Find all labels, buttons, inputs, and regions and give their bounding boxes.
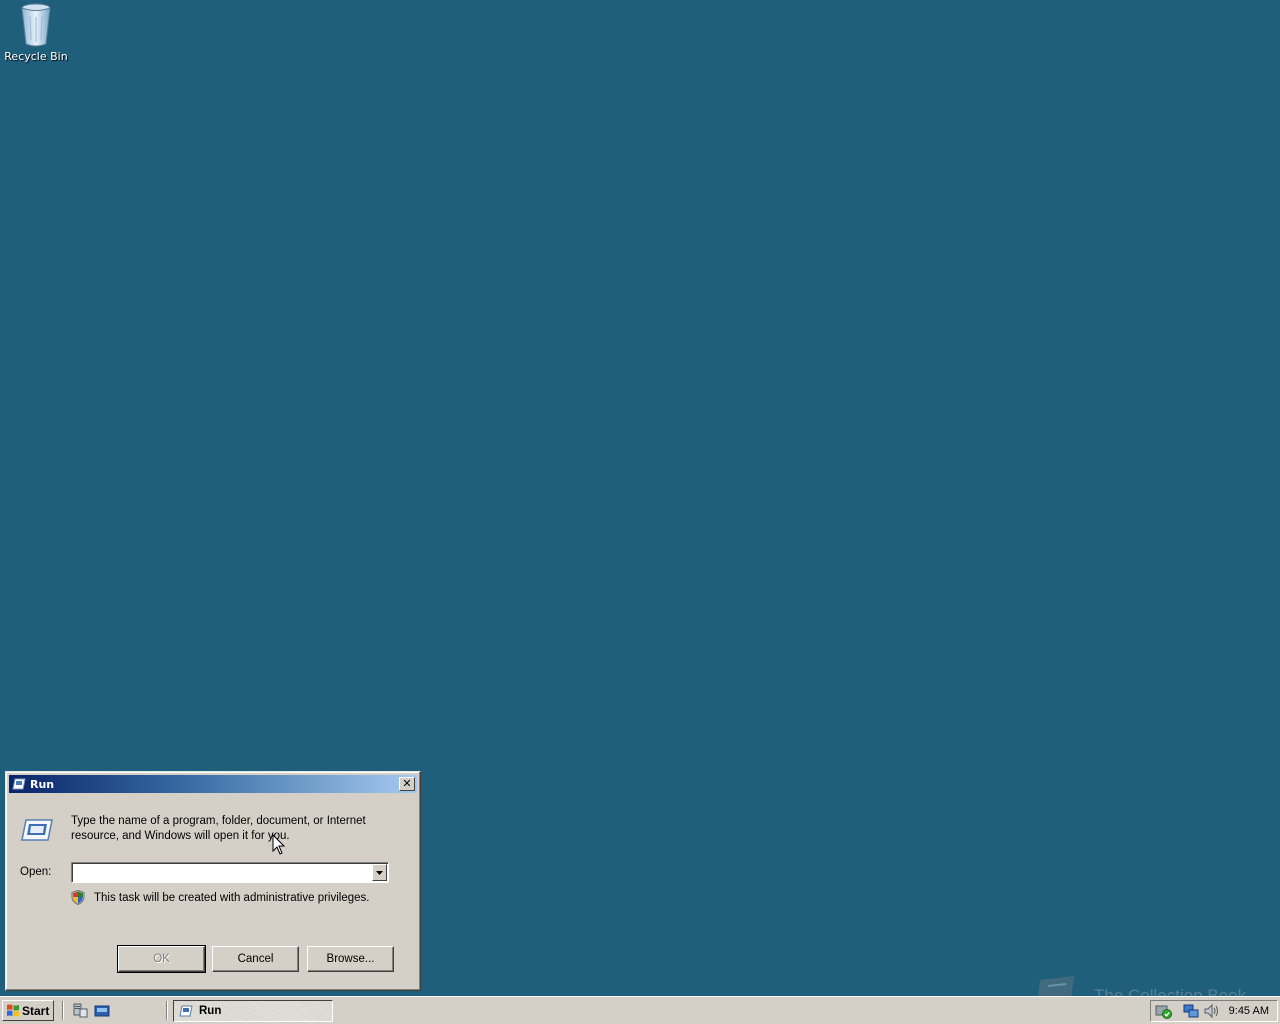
show-desktop-icon [94, 1005, 110, 1017]
desktop-icon-recycle-bin[interactable]: Recycle Bin [4, 2, 68, 63]
close-button[interactable]: ✕ [399, 777, 415, 791]
quicklaunch-show-desktop[interactable] [94, 1003, 110, 1019]
dropdown-button[interactable] [372, 864, 387, 881]
run-dialog: Run ✕ Type the name of a program, folder… [5, 771, 421, 991]
security-icon[interactable] [1155, 1003, 1173, 1019]
taskbar: Start Run 9:45 AM [0, 996, 1280, 1024]
run-program-icon [20, 817, 54, 846]
windows-logo-icon [6, 1004, 20, 1017]
cancel-button[interactable]: Cancel [212, 946, 299, 972]
run-icon [179, 1005, 193, 1017]
ok-button[interactable]: OK [117, 945, 206, 973]
shield-icon [71, 890, 85, 905]
system-tray: 9:45 AM [1150, 1000, 1278, 1022]
server-manager-icon [73, 1003, 88, 1018]
start-label: Start [22, 1003, 50, 1018]
open-input[interactable] [75, 865, 365, 880]
title-bar[interactable]: Run ✕ [9, 775, 417, 793]
taskbar-separator [62, 1001, 64, 1020]
network-icon[interactable] [1183, 1003, 1199, 1019]
browse-button[interactable]: Browse... [307, 946, 394, 972]
task-label: Run [199, 1005, 222, 1017]
recycle-bin-icon [21, 3, 51, 47]
admin-notice-text: This task will be created with administr… [94, 891, 370, 904]
admin-notice: This task will be created with administr… [71, 890, 369, 905]
dialog-description: Type the name of a program, folder, docu… [71, 815, 366, 842]
quicklaunch-server-manager[interactable] [72, 1003, 88, 1019]
clock[interactable]: 9:45 AM [1229, 1005, 1269, 1017]
task-button-run[interactable]: Run [173, 1000, 333, 1022]
run-icon [12, 778, 26, 790]
dialog-title: Run [30, 777, 55, 791]
open-label: Open: [20, 866, 52, 878]
taskbar-separator [166, 1001, 168, 1020]
open-combobox[interactable] [71, 862, 389, 883]
volume-icon[interactable] [1203, 1003, 1219, 1019]
desktop-icon-label: Recycle Bin [4, 50, 68, 63]
mouse-cursor-icon [272, 833, 286, 859]
chevron-down-icon [376, 870, 383, 875]
start-button[interactable]: Start [2, 1000, 54, 1021]
